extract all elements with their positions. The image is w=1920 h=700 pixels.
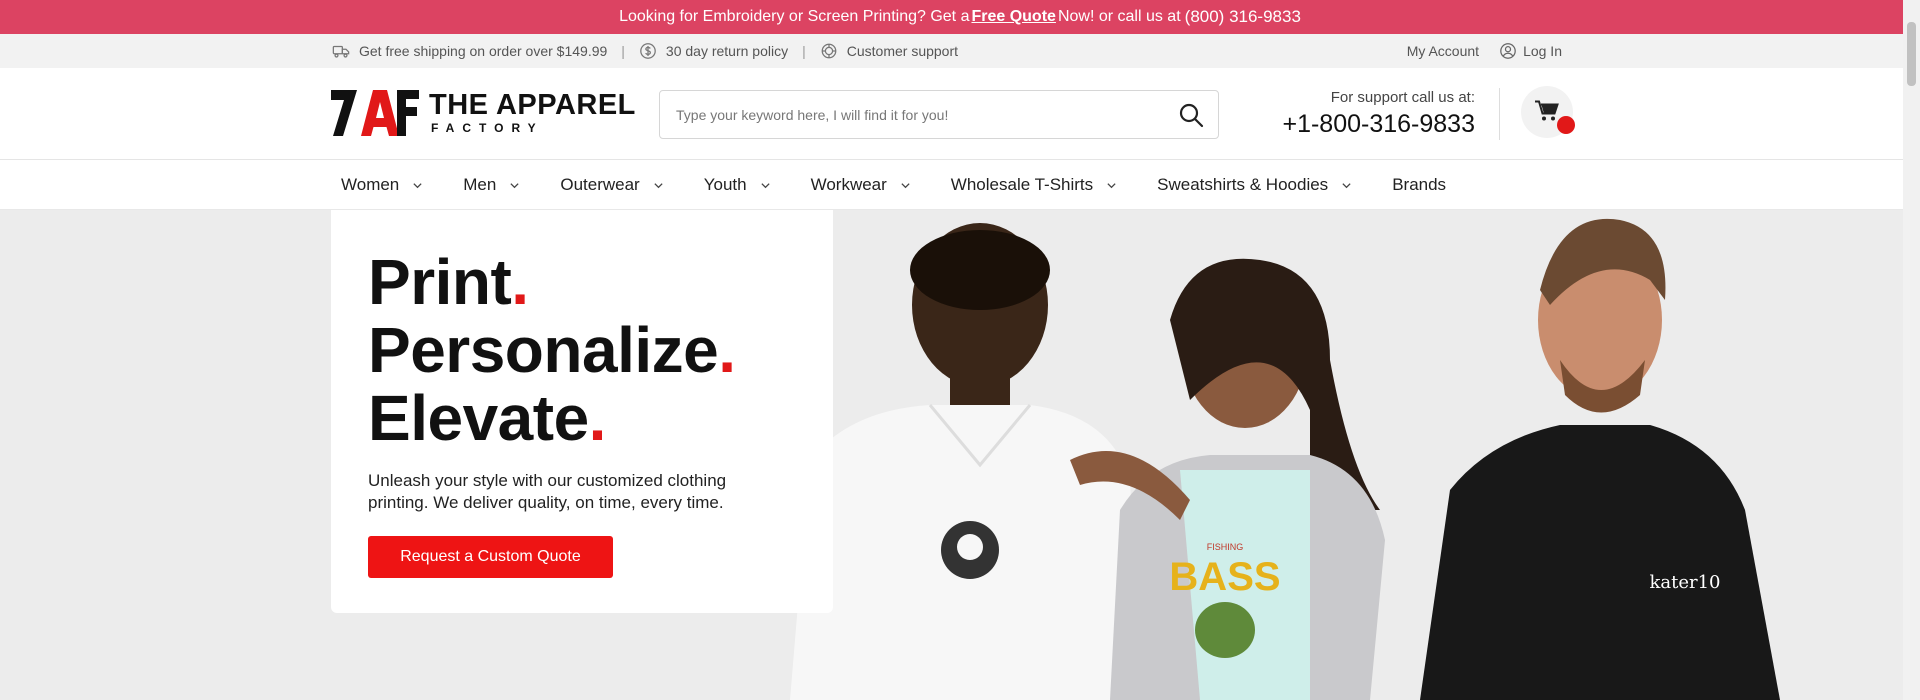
support-label: For support call us at: xyxy=(1330,89,1475,106)
tee-print-main: BASS xyxy=(1169,555,1280,599)
hero-models-image: BASS FISHING kater10 xyxy=(790,218,1780,700)
request-quote-button[interactable]: Request a Custom Quote xyxy=(368,536,613,578)
nav-item-men[interactable]: Men xyxy=(463,175,520,195)
return-policy-text: 30 day return policy xyxy=(665,43,789,59)
nav-item-label: Brands xyxy=(1392,175,1447,194)
nav-item-youth[interactable]: Youth xyxy=(704,175,771,195)
logo-line-1: THE APPAREL xyxy=(429,89,636,121)
customer-support-link[interactable]: Customer support xyxy=(820,42,958,60)
tee-print-top: FISHING xyxy=(1207,542,1244,552)
chevron-down-icon xyxy=(1107,182,1116,188)
nav-item-label: Men xyxy=(463,175,497,194)
free-quote-link[interactable]: Free Quote xyxy=(971,8,1055,26)
headline-elevate: Elevate xyxy=(368,382,589,454)
support-gear-icon xyxy=(821,43,837,59)
headline-personalize: Personalize xyxy=(368,314,719,386)
main-nav: Women Men Outerwear Youth Workwear Whole… xyxy=(0,160,1920,210)
site-header: THE APPAREL FACTORY For support call us … xyxy=(0,68,1920,160)
chevron-down-icon xyxy=(510,182,519,188)
announcement-bar: Looking for Embroidery or Screen Printin… xyxy=(0,0,1920,34)
header-divider xyxy=(1499,88,1500,140)
headline-dot: . xyxy=(588,382,607,454)
nav-item-label: Women xyxy=(341,175,400,194)
dollar-circle-icon xyxy=(640,43,656,59)
announcement-prefix: Looking for Embroidery or Screen Printin… xyxy=(619,8,970,25)
utility-perks: Get free shipping on order over $149.99 … xyxy=(332,34,958,68)
nav-item-sweatshirts-hoodies[interactable]: Sweatshirts & Hoodies xyxy=(1157,175,1352,195)
divider: | xyxy=(621,43,625,59)
return-policy-notice: 30 day return policy xyxy=(639,42,788,60)
chevron-down-icon xyxy=(413,182,422,188)
headline-print: Print xyxy=(368,246,512,318)
support-phone[interactable]: +1-800-316-9833 xyxy=(1270,108,1475,140)
log-in-link[interactable]: Log In xyxy=(1499,42,1562,60)
cart-badge xyxy=(1557,116,1575,134)
chevron-down-icon xyxy=(654,182,663,188)
utility-bar: Get free shipping on order over $149.99 … xyxy=(0,34,1920,68)
scrollbar-thumb[interactable] xyxy=(1907,22,1916,86)
chevron-down-icon xyxy=(1342,182,1351,188)
logo-line-2: FACTORY xyxy=(431,121,544,135)
chevron-down-icon xyxy=(901,182,910,188)
nav-item-wholesale-t-shirts[interactable]: Wholesale T-Shirts xyxy=(951,175,1117,195)
log-in-text: Log In xyxy=(1523,43,1562,59)
logo-mark-7af xyxy=(331,90,419,136)
free-shipping-notice: Get free shipping on order over $149.99 xyxy=(332,42,607,60)
headline-dot: . xyxy=(511,246,529,318)
headline-dot: . xyxy=(718,314,736,386)
nav-item-brands[interactable]: Brands xyxy=(1392,175,1446,195)
search-box xyxy=(659,90,1219,139)
cart-button[interactable] xyxy=(1521,86,1575,138)
hero-description: Unleash your style with our customized c… xyxy=(368,471,727,512)
nav-item-label: Workwear xyxy=(810,175,887,194)
site-logo[interactable]: THE APPAREL FACTORY xyxy=(331,88,636,138)
announcement-phone[interactable]: (800) 316-9833 xyxy=(1185,7,1301,27)
announcement-suffix: Now! or call us at xyxy=(1057,8,1181,25)
nav-item-workwear[interactable]: Workwear xyxy=(811,175,911,195)
my-account-link[interactable]: My Account xyxy=(1407,43,1479,59)
search-icon[interactable] xyxy=(1178,102,1204,128)
user-circle-icon xyxy=(1500,43,1516,59)
search-input[interactable] xyxy=(676,91,1156,138)
logo-wordmark: THE APPAREL FACTORY xyxy=(429,90,636,136)
shirt-brand-label: kater10 xyxy=(1649,572,1720,593)
support-contact: For support call us at: +1-800-316-9833 xyxy=(1270,88,1475,140)
cart-icon xyxy=(1535,100,1559,121)
nav-item-outerwear[interactable]: Outerwear xyxy=(560,175,663,195)
hero-section: BASS FISHING kater10 Print. Personalize.… xyxy=(0,210,1920,700)
truck-icon xyxy=(332,45,350,58)
hero-card: Print. Personalize. Elevate. Unleash you… xyxy=(331,210,833,613)
nav-item-label: Wholesale T-Shirts xyxy=(950,175,1094,194)
nav-item-women[interactable]: Women xyxy=(341,175,423,195)
customer-support-text: Customer support xyxy=(846,43,959,59)
divider: | xyxy=(802,43,806,59)
free-shipping-text: Get free shipping on order over $149.99 xyxy=(359,43,608,59)
nav-item-label: Youth xyxy=(703,175,747,194)
hero-headline: Print. Personalize. Elevate. xyxy=(368,248,736,452)
chevron-down-icon xyxy=(760,182,770,188)
nav-item-label: Outerwear xyxy=(560,175,640,194)
account-links: My Account Log In xyxy=(1407,34,1562,68)
nav-item-label: Sweatshirts & Hoodies xyxy=(1157,175,1329,194)
page-scrollbar[interactable] xyxy=(1903,0,1920,700)
